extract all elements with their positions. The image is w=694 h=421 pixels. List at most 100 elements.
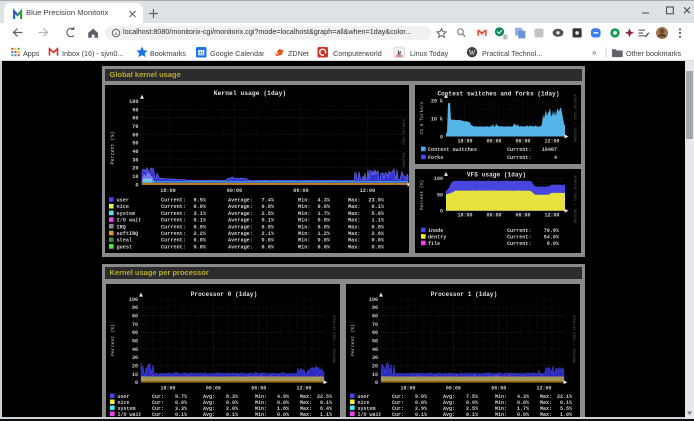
svg-text:Current:: Current: (507, 155, 531, 161)
svg-text:70.6%: 70.6% (544, 228, 560, 234)
svg-text:Current:: Current: (161, 211, 186, 217)
svg-text:06:00: 06:00 (293, 188, 309, 194)
svg-text:20: 20 (371, 363, 377, 369)
svg-text:0.0%: 0.0% (318, 244, 331, 250)
svg-text:20: 20 (132, 166, 138, 172)
svg-text:Current:: Current: (161, 231, 186, 237)
svg-text:5.0%: 5.0% (372, 211, 385, 217)
svg-text:Max:: Max: (348, 204, 360, 210)
svg-text:user: user (117, 198, 129, 204)
svg-text:Percent (%): Percent (%) (110, 324, 116, 356)
svg-text:70: 70 (371, 322, 377, 328)
svg-text:system: system (117, 211, 136, 217)
svg-text:1.1%: 1.1% (372, 218, 385, 224)
svg-text:file: file (428, 241, 440, 247)
svg-text:54.0%: 54.0% (544, 234, 560, 240)
svg-text:10: 10 (132, 174, 138, 180)
svg-text:100: 100 (129, 99, 138, 105)
svg-text:Average:: Average: (228, 204, 253, 210)
svg-text:50: 50 (437, 192, 443, 198)
svg-text:90: 90 (371, 305, 377, 311)
svg-text:IRQ: IRQ (117, 224, 126, 230)
svg-text:06:00: 06:00 (251, 386, 266, 392)
svg-text:0.0%: 0.0% (194, 224, 207, 230)
svg-text:90: 90 (132, 107, 138, 113)
svg-text:0: 0 (135, 380, 138, 386)
svg-text:0.0%: 0.0% (372, 224, 385, 230)
svg-text:Current:: Current: (507, 147, 531, 153)
svg-text:Min:: Min: (298, 198, 310, 204)
svg-text:softIRQ: softIRQ (117, 231, 139, 237)
svg-text:10: 10 (371, 372, 377, 378)
svg-text:70: 70 (132, 124, 138, 130)
svg-text:00:00: 00:00 (486, 213, 501, 219)
svg-text:steal: steal (117, 238, 133, 244)
svg-text:Min:: Min: (298, 231, 310, 237)
svg-text:RRDTOOL / TOBI OETIKER: RRDTOOL / TOBI OETIKER (574, 93, 579, 141)
svg-text:0.0%: 0.0% (262, 204, 275, 210)
svg-text:4: 4 (554, 155, 557, 161)
svg-text:0.1%: 0.1% (262, 218, 275, 224)
svg-text:30: 30 (132, 355, 138, 361)
svg-text:2.1%: 2.1% (262, 231, 275, 237)
svg-text:0: 0 (440, 134, 443, 140)
svg-text:60: 60 (132, 330, 138, 336)
svg-text:Current:: Current: (161, 238, 186, 244)
svg-text:60: 60 (132, 132, 138, 138)
svg-text:18:00: 18:00 (160, 188, 176, 194)
svg-text:Average:: Average: (228, 198, 253, 204)
svg-text:0.1%: 0.1% (194, 218, 207, 224)
svg-text:40: 40 (132, 149, 138, 155)
svg-text:Min:: Min: (298, 244, 310, 250)
svg-text:30: 30 (371, 355, 377, 361)
svg-text:inode: inode (428, 228, 443, 234)
svg-text:Current:: Current: (507, 234, 531, 240)
svg-text:Min:: Min: (298, 238, 310, 244)
svg-text:Average:: Average: (228, 238, 253, 244)
svg-text:06:00: 06:00 (491, 386, 506, 392)
svg-text:Current:: Current: (161, 224, 186, 230)
svg-text:Max:: Max: (348, 211, 360, 217)
svg-text:50: 50 (132, 141, 138, 147)
svg-text:0.0%: 0.0% (372, 238, 385, 244)
svg-text:06:00: 06:00 (515, 139, 530, 145)
svg-text:23.0%: 23.0% (368, 198, 384, 204)
svg-text:10 k: 10 k (431, 116, 443, 122)
svg-text:100: 100 (434, 176, 443, 182)
svg-text:Max:: Max: (348, 224, 360, 230)
svg-text:10: 10 (132, 372, 138, 378)
svg-text:4.3%: 4.3% (318, 198, 331, 204)
svg-text:RRDTOOL / TOBI OETIKER: RRDTOOL / TOBI OETIKER (402, 118, 407, 166)
svg-text:7.4%: 7.4% (262, 198, 275, 204)
svg-text:100: 100 (129, 297, 138, 303)
svg-text:Max:: Max: (348, 198, 360, 204)
svg-text:18:00: 18:00 (400, 386, 415, 392)
svg-text:Current:: Current: (507, 228, 531, 234)
svg-text:0.0%: 0.0% (318, 224, 331, 230)
svg-text:Average:: Average: (228, 218, 253, 224)
svg-text:31: 31 (199, 51, 205, 56)
svg-text:Processor 1 (1day): Processor 1 (1day) (430, 291, 497, 298)
svg-text:Current:: Current: (161, 244, 186, 250)
svg-text:0.0%: 0.0% (262, 238, 275, 244)
svg-text:12:00: 12:00 (544, 139, 559, 145)
svg-text:0.0%: 0.0% (372, 244, 385, 250)
svg-text:Current:: Current: (161, 218, 186, 224)
svg-text:Percent (%): Percent (%) (419, 180, 425, 210)
svg-text:Current:: Current: (161, 204, 186, 210)
svg-text:18:00: 18:00 (457, 213, 472, 219)
svg-text:Current:: Current: (507, 241, 531, 247)
svg-text:00:00: 00:00 (206, 386, 221, 392)
svg-text:0.0%: 0.0% (194, 204, 207, 210)
svg-text:0.0%: 0.0% (318, 218, 331, 224)
svg-text:guest: guest (117, 244, 133, 250)
svg-text:0: 0 (374, 380, 377, 386)
svg-text:Average:: Average: (228, 211, 253, 217)
svg-text:2.2%: 2.2% (194, 231, 207, 237)
svg-text:RRDTOOL / TOBI OETIKER: RRDTOOL / TOBI OETIKER (574, 174, 579, 222)
svg-text:12:00: 12:00 (296, 386, 311, 392)
svg-text:Min:: Min: (298, 204, 310, 210)
svg-text:00:00: 00:00 (486, 139, 501, 145)
svg-text:40: 40 (371, 347, 377, 353)
svg-text:100: 100 (368, 297, 377, 303)
